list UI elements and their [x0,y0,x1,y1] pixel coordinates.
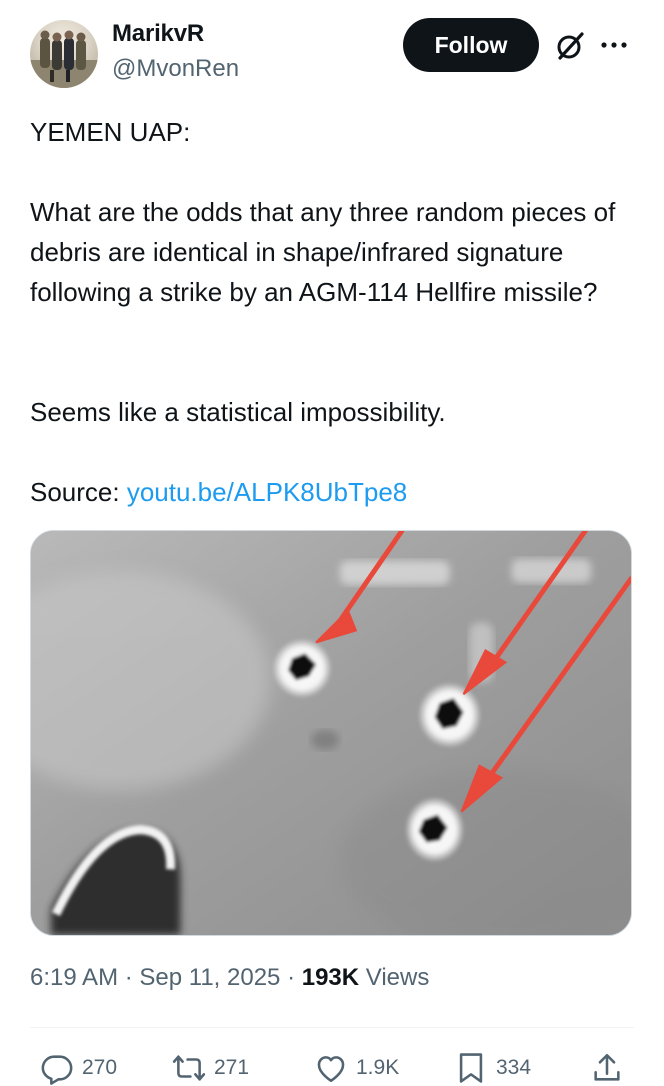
repost-button[interactable]: 271 [172,1050,249,1086]
share-button[interactable] [590,1050,624,1086]
meta-separator: · [280,964,302,991]
post-paragraph: Seems like a statistical impossibility. [30,397,446,427]
avatar[interactable] [30,20,98,88]
like-count: 1.9K [356,1056,400,1079]
share-icon [594,1053,620,1081]
author-display-name[interactable]: MarikvR [112,20,204,48]
repost-count: 271 [214,1056,250,1079]
post-card: MarikvR @MvonRen Follow YEMEN UAP: What … [0,0,664,1086]
bookmark-icon [459,1053,483,1083]
repost-icon [172,1055,206,1081]
author-handle[interactable]: @MvonRen [112,55,239,83]
post-media-image[interactable] [30,530,632,936]
grok-icon[interactable] [553,29,587,63]
source-label: Source: [30,477,127,507]
infrared-drone-footage [31,531,631,935]
post-heading-line: YEMEN UAP: [30,117,191,147]
post-time[interactable]: 6:19 AM [30,964,118,991]
views-label: Views [359,964,430,991]
post-meta: 6:19 AM · Sep 11, 2025 · 193K Views [30,964,429,992]
follow-button[interactable]: Follow [403,18,539,72]
divider [30,1027,634,1028]
meta-separator: · [118,964,140,991]
post-paragraph: What are the odds that any three random … [30,197,616,307]
avatar-image [30,30,98,88]
post-date[interactable]: Sep 11, 2025 [139,964,280,991]
source-link[interactable]: youtu.be/ALPK8UbTpe8 [127,477,407,507]
bookmark-count: 334 [496,1056,532,1079]
post-source-line: Source: youtu.be/ALPK8UbTpe8 [30,472,640,512]
more-icon[interactable] [597,30,631,60]
like-button[interactable]: 1.9K [314,1050,399,1086]
heart-icon [317,1056,345,1083]
reply-button[interactable]: 270 [40,1050,117,1086]
views-count: 193K [301,964,360,991]
reply-icon [41,1055,73,1085]
reply-count: 270 [82,1056,118,1079]
bookmark-button[interactable]: 334 [454,1050,531,1086]
